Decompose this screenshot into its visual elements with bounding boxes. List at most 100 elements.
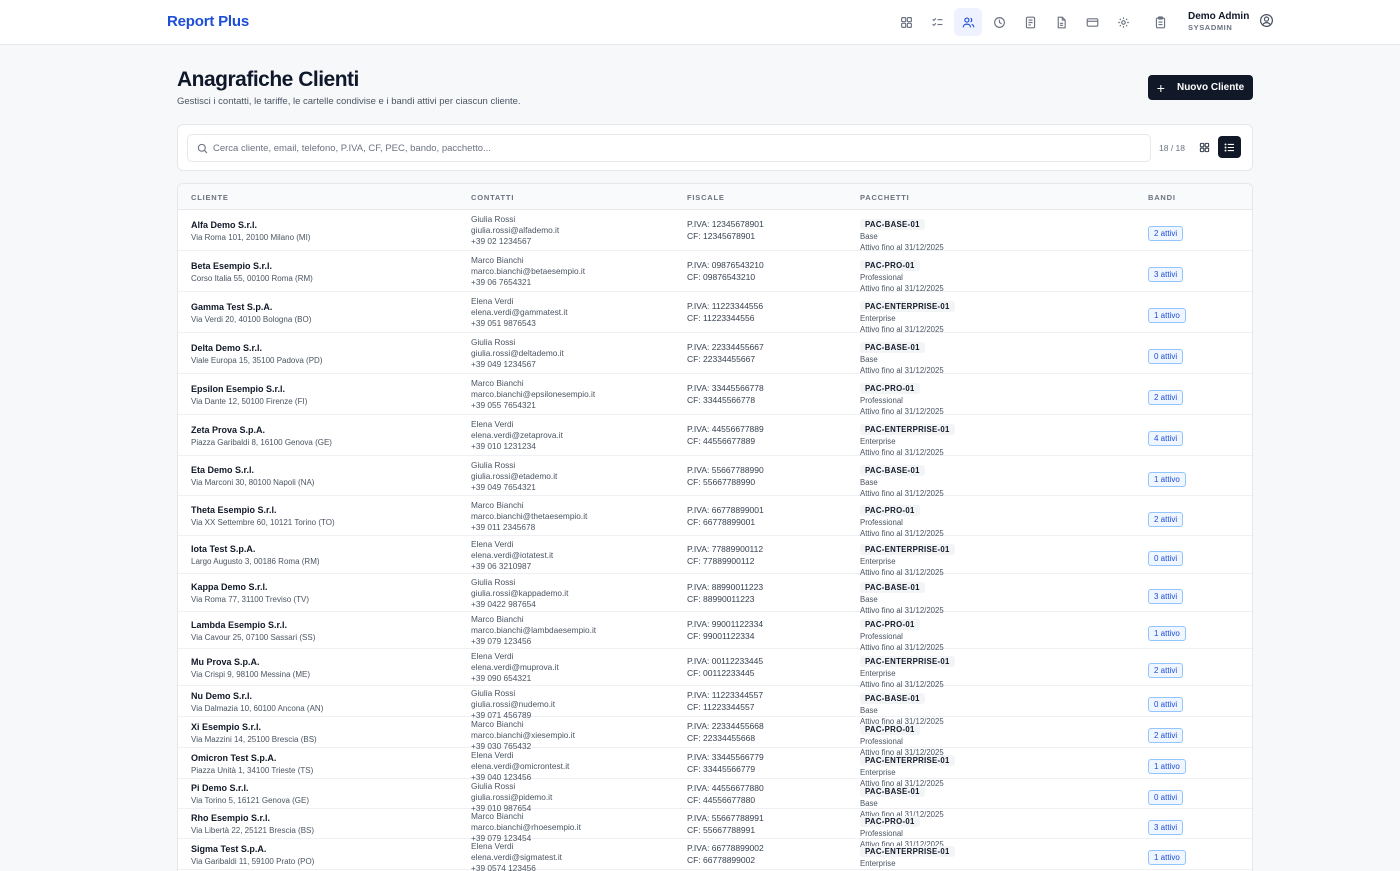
table-row[interactable]: Nu Demo S.r.l. Via Dalmazia 10, 60100 Anc… bbox=[178, 686, 1252, 726]
table-row[interactable]: Eta Demo S.r.l. Via Marconi 30, 80100 Nap… bbox=[178, 456, 1252, 498]
contact-email[interactable]: giulia.rossi@pidemo.it bbox=[471, 792, 681, 803]
client-name[interactable]: Gamma Test S.p.A. bbox=[191, 301, 461, 313]
contact-email[interactable]: giulia.rossi@etademo.it bbox=[471, 471, 681, 482]
client-name[interactable]: Eta Demo S.r.l. bbox=[191, 464, 461, 476]
bandi-badge[interactable]: 0 attivi bbox=[1148, 349, 1184, 364]
contact-email[interactable]: elena.verdi@zetaprova.it bbox=[471, 430, 681, 441]
contact-email[interactable]: giulia.rossi@kappademo.it bbox=[471, 588, 681, 599]
table-row[interactable]: Iota Test S.p.A. Largo Augusto 3, 00186 R… bbox=[178, 536, 1252, 577]
nav-settings[interactable] bbox=[1109, 8, 1137, 36]
column-header-fiscale[interactable]: FISCALE bbox=[687, 193, 725, 202]
bandi-badge[interactable]: 3 attivi bbox=[1148, 589, 1184, 604]
contact-email[interactable]: marco.bianchi@lambdaesempio.it bbox=[471, 625, 681, 636]
table-row[interactable]: Omicron Test S.p.A. Piazza Unità 1, 34100… bbox=[178, 748, 1252, 788]
table-row[interactable]: Pi Demo S.r.l. Via Torino 5, 16121 Genova… bbox=[178, 779, 1252, 819]
nav-history[interactable] bbox=[985, 8, 1013, 36]
contact-email[interactable]: giulia.rossi@alfademo.it bbox=[471, 225, 681, 236]
contact-email[interactable]: marco.bianchi@rhoesempio.it bbox=[471, 822, 681, 833]
package-code-badge: PAC-ENTERPRISE-01 bbox=[860, 846, 955, 857]
client-name[interactable]: Mu Prova S.p.A. bbox=[191, 656, 461, 668]
nav-dashboard[interactable] bbox=[892, 8, 920, 36]
contact-email[interactable]: elena.verdi@iotatest.it bbox=[471, 550, 681, 561]
nav-checklist[interactable] bbox=[923, 8, 951, 36]
contact-email[interactable]: marco.bianchi@betaesempio.it bbox=[471, 266, 681, 277]
bandi-badge[interactable]: 2 attivi bbox=[1148, 663, 1184, 678]
bandi-badge[interactable]: 1 attivo bbox=[1148, 472, 1186, 487]
client-name[interactable]: Xi Esempio S.r.l. bbox=[191, 721, 461, 733]
column-header-bandi[interactable]: BANDI bbox=[1148, 193, 1176, 202]
bandi-badge[interactable]: 1 attivo bbox=[1148, 626, 1186, 641]
contact-email[interactable]: giulia.rossi@deltademo.it bbox=[471, 348, 681, 359]
client-address: Via Marconi 30, 80100 Napoli (NA) bbox=[191, 478, 315, 487]
table-row[interactable]: Gamma Test S.p.A. Via Verdi 20, 40100 Bol… bbox=[178, 292, 1252, 334]
bandi-badge[interactable]: 0 attivi bbox=[1148, 697, 1184, 712]
bandi-badge[interactable]: 1 attivo bbox=[1148, 759, 1186, 774]
client-name[interactable]: Omicron Test S.p.A. bbox=[191, 752, 461, 764]
bandi-badge[interactable]: 0 attivi bbox=[1148, 551, 1184, 566]
column-header-cliente[interactable]: CLIENTE bbox=[191, 193, 229, 202]
client-name[interactable]: Zeta Prova S.p.A. bbox=[191, 424, 461, 436]
contact-email[interactable]: elena.verdi@omicrontest.it bbox=[471, 761, 681, 772]
package-code-badge: PAC-PRO-01 bbox=[860, 816, 920, 827]
client-name[interactable]: Iota Test S.p.A. bbox=[191, 543, 461, 555]
contact-email[interactable]: elena.verdi@sigmatest.it bbox=[471, 852, 681, 863]
client-name[interactable]: Pi Demo S.r.l. bbox=[191, 782, 461, 794]
client-name[interactable]: Nu Demo S.r.l. bbox=[191, 690, 461, 702]
client-name[interactable]: Kappa Demo S.r.l. bbox=[191, 581, 461, 593]
table-row[interactable]: Xi Esempio S.r.l. Via Mazzini 14, 25100 B… bbox=[178, 717, 1252, 757]
bandi-badge[interactable]: 3 attivi bbox=[1148, 267, 1184, 282]
client-name[interactable]: Beta Esempio S.r.l. bbox=[191, 260, 461, 272]
bandi-badge[interactable]: 2 attivi bbox=[1148, 226, 1184, 241]
bandi-badge[interactable]: 3 attivi bbox=[1148, 820, 1184, 835]
contact-email[interactable]: elena.verdi@gammatest.it bbox=[471, 307, 681, 318]
client-name[interactable]: Theta Esempio S.r.l. bbox=[191, 504, 461, 516]
table-row[interactable]: Lambda Esempio S.r.l. Via Cavour 25, 0710… bbox=[178, 612, 1252, 652]
column-header-pacchetti[interactable]: PACCHETTI bbox=[860, 193, 910, 202]
nav-clipboard[interactable] bbox=[1146, 8, 1174, 36]
table-row[interactable]: Delta Demo S.r.l. Viale Europa 15, 35100 … bbox=[178, 333, 1252, 375]
table-row[interactable]: Mu Prova S.p.A. Via Crispi 9, 98100 Messi… bbox=[178, 649, 1252, 689]
user-circle-icon[interactable] bbox=[1259, 13, 1274, 28]
client-name[interactable]: Epsilon Esempio S.r.l. bbox=[191, 383, 461, 395]
contact-email[interactable]: giulia.rossi@nudemo.it bbox=[471, 699, 681, 710]
client-name[interactable]: Alfa Demo S.r.l. bbox=[191, 219, 461, 231]
contact-email[interactable]: marco.bianchi@thetaesempio.it bbox=[471, 511, 681, 522]
table-row[interactable]: Kappa Demo S.r.l. Via Roma 77, 31100 Trev… bbox=[178, 574, 1252, 615]
fiscal-cell: P.IVA: 44556677880 CF: 44556677880 bbox=[687, 783, 847, 806]
client-name[interactable]: Rho Esempio S.r.l. bbox=[191, 812, 461, 824]
piva-value: P.IVA: 11223344556 bbox=[687, 301, 764, 311]
table-row[interactable]: Epsilon Esempio S.r.l. Via Dante 12, 5010… bbox=[178, 374, 1252, 416]
bandi-badge[interactable]: 1 attivo bbox=[1148, 308, 1186, 323]
table-row[interactable]: Zeta Prova S.p.A. Piazza Garibaldi 8, 161… bbox=[178, 415, 1252, 457]
bandi-badge[interactable]: 2 attivi bbox=[1148, 512, 1184, 527]
list-view-button[interactable] bbox=[1218, 136, 1241, 158]
bandi-badge[interactable]: 2 attivi bbox=[1148, 390, 1184, 405]
nav-billing[interactable] bbox=[1078, 8, 1106, 36]
nav-files[interactable] bbox=[1047, 8, 1075, 36]
new-client-button[interactable]: + Nuovo Cliente bbox=[1148, 75, 1253, 100]
table-row[interactable]: Beta Esempio S.r.l. Corso Italia 55, 0010… bbox=[178, 251, 1252, 293]
table-row[interactable]: Alfa Demo S.r.l. Via Roma 101, 20100 Mila… bbox=[178, 210, 1252, 252]
client-name[interactable]: Delta Demo S.r.l. bbox=[191, 342, 461, 354]
table-row[interactable]: Sigma Test S.p.A. Via Garibaldi 11, 59100… bbox=[178, 839, 1252, 871]
contact-email[interactable]: marco.bianchi@epsilonesempio.it bbox=[471, 389, 681, 400]
brand-logo[interactable]: Report Plus bbox=[167, 13, 249, 30]
bandi-badge[interactable]: 0 attivi bbox=[1148, 790, 1184, 805]
contact-email[interactable]: marco.bianchi@xiesempio.it bbox=[471, 730, 681, 741]
bandi-badge[interactable]: 1 attivo bbox=[1148, 850, 1186, 865]
table-row[interactable]: Theta Esempio S.r.l. Via XX Settembre 60,… bbox=[178, 496, 1252, 538]
client-name[interactable]: Lambda Esempio S.r.l. bbox=[191, 619, 461, 631]
search-input[interactable] bbox=[213, 135, 1143, 161]
nav-clients[interactable] bbox=[954, 8, 982, 36]
table-row[interactable]: Rho Esempio S.r.l. Via Libertà 22, 25121 … bbox=[178, 809, 1252, 849]
client-name[interactable]: Sigma Test S.p.A. bbox=[191, 843, 461, 855]
contact-email[interactable]: elena.verdi@muprova.it bbox=[471, 662, 681, 673]
column-header-contatti[interactable]: CONTATTI bbox=[471, 193, 514, 202]
bandi-badge[interactable]: 4 attivi bbox=[1148, 431, 1184, 446]
contact-name: Giulia Rossi bbox=[471, 214, 516, 224]
bandi-badge[interactable]: 2 attivi bbox=[1148, 728, 1184, 743]
nav-documents[interactable] bbox=[1016, 8, 1044, 36]
grid-view-button[interactable] bbox=[1193, 136, 1216, 158]
contact-name: Marco Bianchi bbox=[471, 500, 524, 510]
user-menu[interactable]: Demo Admin SYSADMIN bbox=[1188, 11, 1249, 32]
